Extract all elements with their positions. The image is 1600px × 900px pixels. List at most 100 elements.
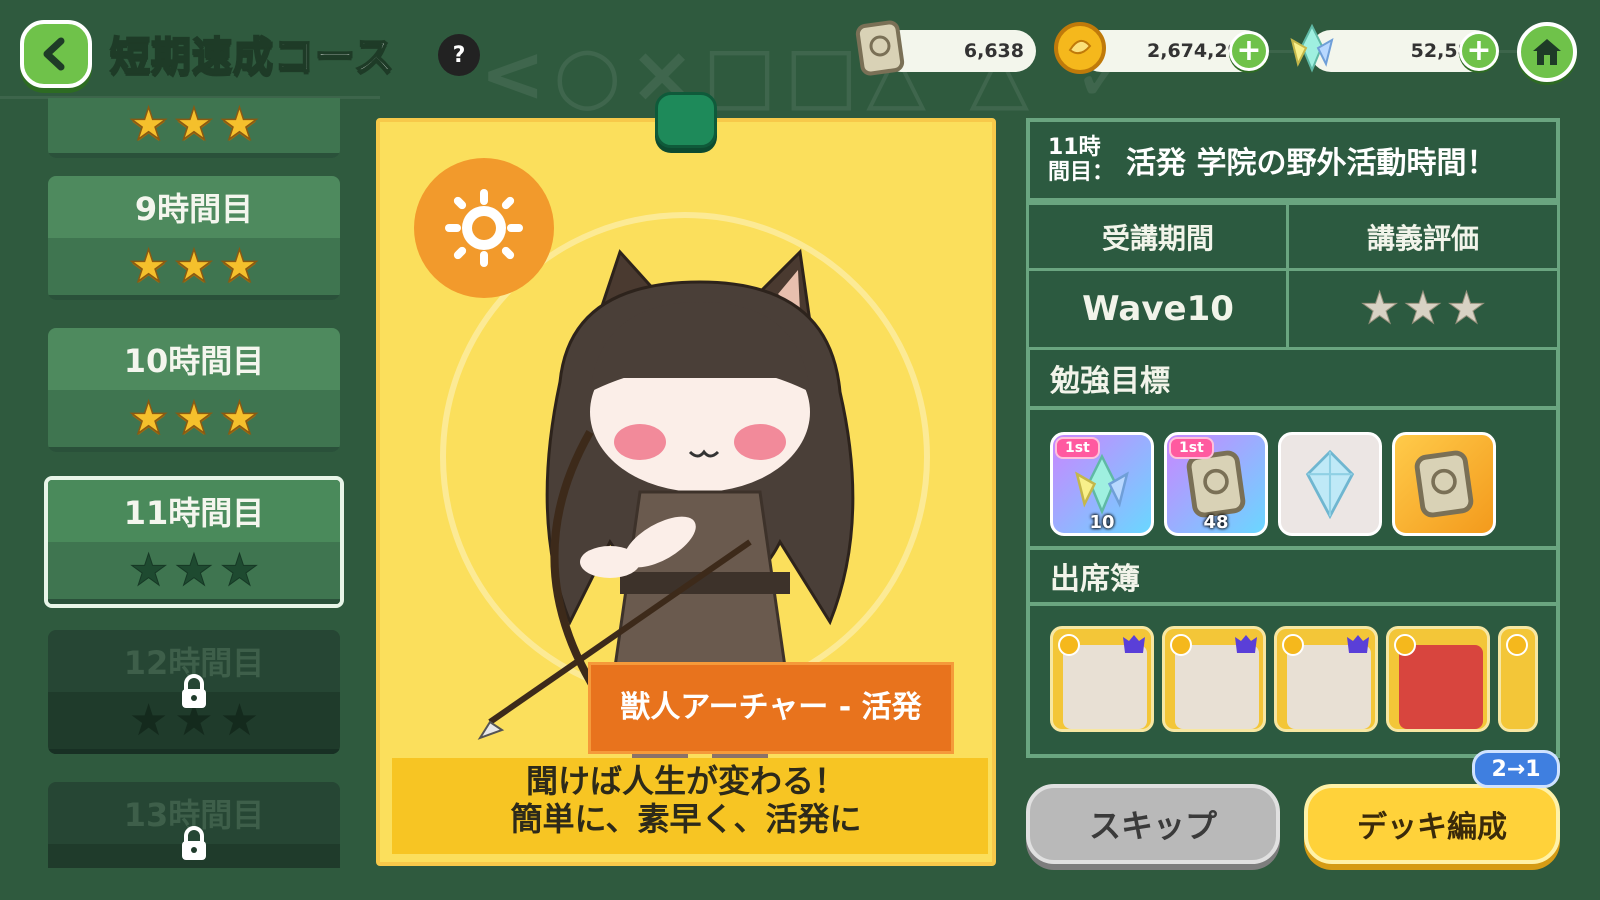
help-button[interactable]: ?: [438, 34, 480, 76]
star-icon: ★: [1403, 283, 1443, 334]
back-button[interactable]: [20, 20, 92, 88]
scroll-ticket-icon: [852, 20, 908, 76]
period-value: Wave10: [1082, 289, 1234, 329]
blue-crystal-icon: [1305, 449, 1355, 519]
attendance-label: 出席簿: [1050, 562, 1140, 597]
add-gold-button[interactable]: +: [1229, 31, 1269, 71]
lesson-item-12[interactable]: 12時間目 ★ ★ ★: [48, 630, 340, 754]
period-label: 受講期間: [1101, 222, 1214, 255]
lesson-item-13[interactable]: 13時間目: [48, 782, 340, 868]
deck-button-label: デッキ編成: [1357, 810, 1507, 845]
sun-attribute-icon: [1170, 634, 1192, 656]
attendance-member[interactable]: [1386, 626, 1490, 732]
star-icon: ★: [1446, 283, 1487, 334]
rating-label: 講義評価: [1366, 222, 1479, 255]
sun-attribute-icon: [1282, 634, 1304, 656]
home-icon: [1533, 39, 1561, 65]
star-icon: ★: [174, 240, 215, 292]
card-pin: [655, 92, 717, 148]
sun-attribute-icon: [1506, 634, 1528, 656]
beast-archer-portrait: [1287, 645, 1371, 729]
star-icon: ★: [128, 98, 169, 150]
sun-attribute-icon: [1058, 634, 1080, 656]
first-clear-badge: 1st: [1169, 437, 1214, 459]
plus-icon: +: [1466, 33, 1492, 68]
lesson-stars: ★ ★ ★: [48, 238, 340, 300]
goal-section-header: 勉強目標: [1030, 350, 1556, 410]
help-icon: ?: [452, 42, 466, 68]
lesson-item-11[interactable]: 11時間目 ★ ★ ★: [44, 476, 344, 608]
reward-count: 48: [1203, 512, 1229, 533]
chevron-left-icon: [43, 37, 65, 71]
reward-item[interactable]: 1st 10: [1050, 432, 1154, 536]
demon-icon: [1123, 635, 1145, 653]
add-crystal-button[interactable]: +: [1459, 31, 1499, 71]
lesson-item-10[interactable]: 10時間目 ★ ★ ★: [48, 328, 340, 452]
lesson-title-row: 11時間目： 活発 学院の野外活動時間！: [1030, 122, 1556, 202]
attendance-member[interactable]: [1050, 626, 1154, 732]
star-icon: ★: [128, 392, 169, 444]
star-icon: ★: [219, 98, 260, 150]
lesson-stars: ★ ★ ★: [48, 98, 340, 158]
deck-count-badge: 2→1: [1472, 750, 1560, 788]
star-icon: ★: [219, 392, 260, 444]
character-card: 獣人アーチャー - 活発 聞けば人生が変わる！ 簡単に、素早く、活発に: [376, 118, 996, 866]
card-tagline: 聞けば人生が変わる！ 簡単に、素早く、活発に: [380, 762, 992, 839]
star-icon: ★: [174, 98, 215, 150]
demon-icon: [1235, 635, 1257, 653]
star-icon: ★: [219, 694, 260, 746]
sun-attribute-icon: [1394, 634, 1416, 656]
tagline-line-1: 聞けば人生が変わる！: [525, 762, 846, 800]
lesson-stars: ★ ★ ★: [48, 390, 340, 452]
attendance-member[interactable]: [1162, 626, 1266, 732]
lesson-item-8[interactable]: ★ ★ ★: [48, 98, 340, 158]
page-title: 短期速成コース: [109, 33, 395, 81]
scroll-ticket-icon: [1414, 450, 1474, 518]
rainbow-crystal-icon: [1284, 20, 1340, 76]
star-icon: ★: [128, 240, 169, 292]
lesson-title: 活発 学院の野外活動時間！: [1126, 146, 1497, 181]
period-label-cell: 受講期間: [1026, 202, 1290, 272]
star-icon: ★: [174, 392, 215, 444]
tagline-line-2: 簡単に、素早く、活発に: [510, 800, 862, 839]
demon-icon: [1347, 635, 1369, 653]
beast-archer-portrait: [1175, 645, 1259, 729]
gold-coin-icon: [1052, 20, 1108, 76]
goal-label: 勉強目標: [1050, 364, 1170, 399]
reward-item[interactable]: [1392, 432, 1496, 536]
scroll-ticket-icon: [1186, 450, 1246, 518]
character-name: 獣人アーチャー - 活発: [620, 690, 922, 725]
rating-stars-cell: ★ ★ ★: [1286, 268, 1560, 350]
rating-label-cell: 講義評価: [1286, 202, 1560, 272]
lesson-info-panel: 11時間目： 活発 学院の野外活動時間！ 受講期間 講義評価 Wave10 ★ …: [1026, 118, 1560, 758]
star-icon: ★: [128, 544, 169, 596]
beast-archer-portrait: [1063, 645, 1147, 729]
star-icon: ★: [1359, 283, 1400, 334]
attendance-member-partial[interactable]: [1498, 626, 1538, 732]
reward-item[interactable]: [1278, 432, 1382, 536]
attendance-section-header: 出席簿: [1030, 546, 1556, 606]
deck-badge-text: 2→1: [1491, 756, 1541, 782]
lesson-stars: ★ ★ ★: [48, 542, 340, 604]
lock-icon: [182, 826, 206, 860]
plus-icon: +: [1236, 33, 1262, 68]
lesson-item-9[interactable]: 9時間目 ★ ★ ★: [48, 176, 340, 300]
rainbow-crystal-icon: [1075, 453, 1129, 515]
lesson-list[interactable]: ★ ★ ★ 9時間目 ★ ★ ★ 10時間目 ★ ★ ★ 11時間目 ★ ★ ★…: [44, 98, 344, 868]
lesson-label: 10時間目: [48, 328, 340, 390]
lesson-label: 9時間目: [48, 176, 340, 238]
reward-item[interactable]: 1st 48: [1164, 432, 1268, 536]
lock-icon: [182, 674, 206, 708]
deck-edit-button[interactable]: デッキ編成: [1304, 784, 1560, 864]
lesson-number: 11時間目：: [1048, 134, 1115, 185]
lesson-label: 11時間目: [48, 480, 340, 542]
star-icon: ★: [219, 544, 260, 596]
skip-button[interactable]: スキップ: [1026, 784, 1280, 864]
star-icon: ★: [219, 240, 260, 292]
monster-portrait: [1399, 645, 1483, 729]
attendance-member[interactable]: [1274, 626, 1378, 732]
reward-count: 10: [1089, 512, 1115, 533]
skip-button-label: スキップ: [1088, 807, 1217, 845]
period-value-cell: Wave10: [1026, 268, 1290, 350]
home-button[interactable]: [1517, 22, 1577, 82]
